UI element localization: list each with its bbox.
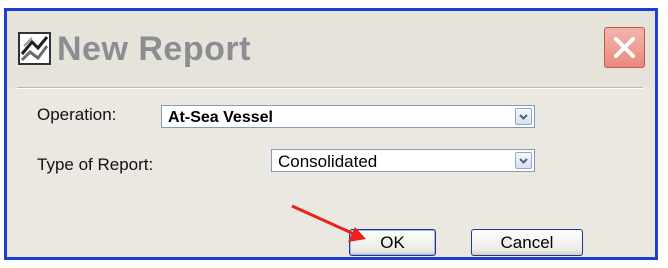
title-bar[interactable]: New Report [7, 11, 655, 87]
close-icon [614, 37, 635, 58]
close-button[interactable] [604, 27, 645, 68]
report-app-icon [18, 32, 51, 65]
operation-select[interactable]: At-Sea Vessel [161, 105, 535, 128]
dialog-title: New Report [57, 30, 251, 68]
report-type-dropdown-button[interactable] [515, 152, 532, 169]
title-divider-highlight [17, 88, 643, 89]
report-type-select[interactable]: Consolidated [271, 149, 535, 172]
operation-select-value: At-Sea Vessel [168, 109, 273, 126]
cancel-button[interactable]: Cancel [471, 229, 583, 256]
chevron-down-icon [519, 114, 528, 120]
operation-dropdown-button[interactable] [515, 108, 532, 125]
report-type-label: Type of Report: [37, 155, 154, 174]
operation-label: Operation: [37, 105, 117, 124]
report-type-select-value: Consolidated [278, 152, 378, 171]
chevron-down-icon [519, 158, 528, 164]
red-arrow-icon [291, 204, 366, 242]
